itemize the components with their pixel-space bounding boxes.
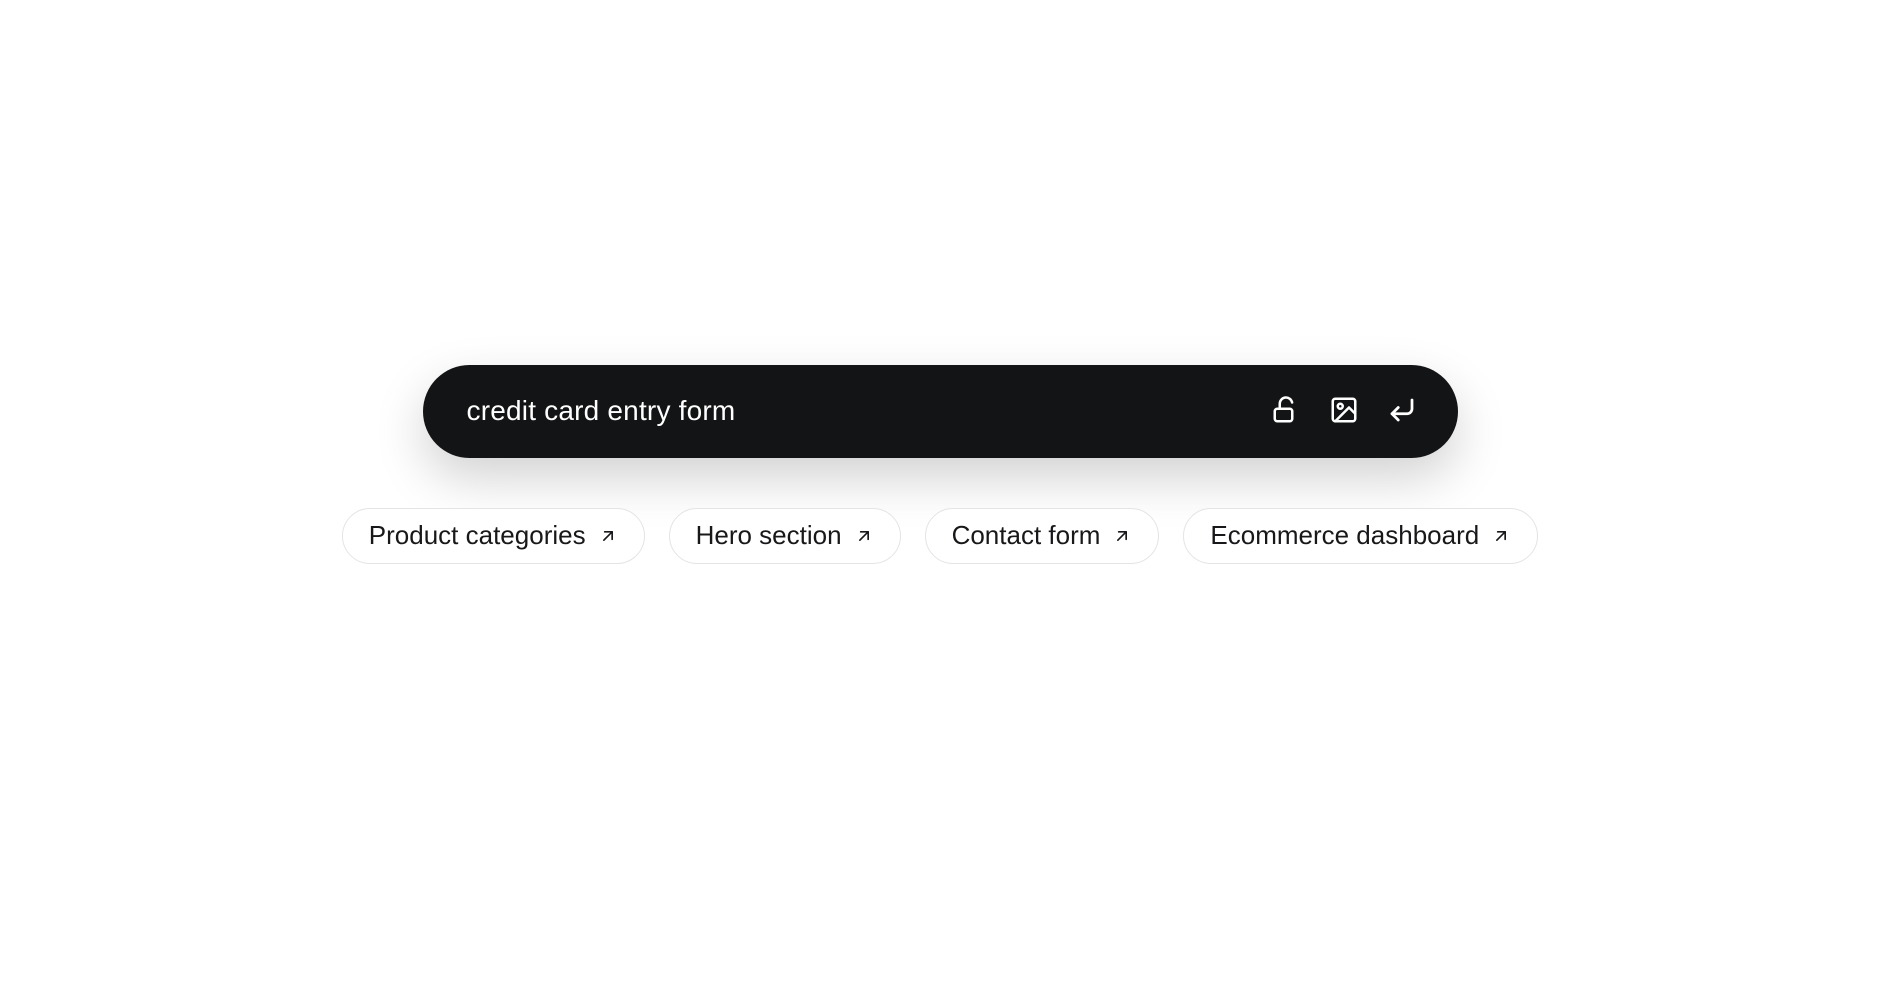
suggestion-label: Product categories (369, 520, 586, 551)
prompt-area: Product categories Hero section Contact … (342, 365, 1538, 564)
suggestions-row: Product categories Hero section Contact … (342, 508, 1538, 564)
suggestion-contact-form[interactable]: Contact form (925, 508, 1160, 564)
unlock-icon (1271, 395, 1301, 428)
enter-icon (1387, 395, 1417, 428)
submit-button[interactable] (1384, 393, 1420, 429)
privacy-toggle-button[interactable] (1268, 393, 1304, 429)
command-actions (1268, 393, 1420, 429)
attach-image-button[interactable] (1326, 393, 1362, 429)
command-input[interactable] (467, 395, 1268, 427)
command-bar (423, 365, 1458, 458)
arrow-up-right-icon (1491, 526, 1511, 546)
suggestion-hero-section[interactable]: Hero section (669, 508, 901, 564)
suggestion-ecommerce-dashboard[interactable]: Ecommerce dashboard (1183, 508, 1538, 564)
arrow-up-right-icon (598, 526, 618, 546)
suggestion-label: Ecommerce dashboard (1210, 520, 1479, 551)
arrow-up-right-icon (1112, 526, 1132, 546)
suggestion-label: Hero section (696, 520, 842, 551)
arrow-up-right-icon (854, 526, 874, 546)
suggestion-label: Contact form (952, 520, 1101, 551)
suggestion-product-categories[interactable]: Product categories (342, 508, 645, 564)
image-icon (1329, 395, 1359, 428)
